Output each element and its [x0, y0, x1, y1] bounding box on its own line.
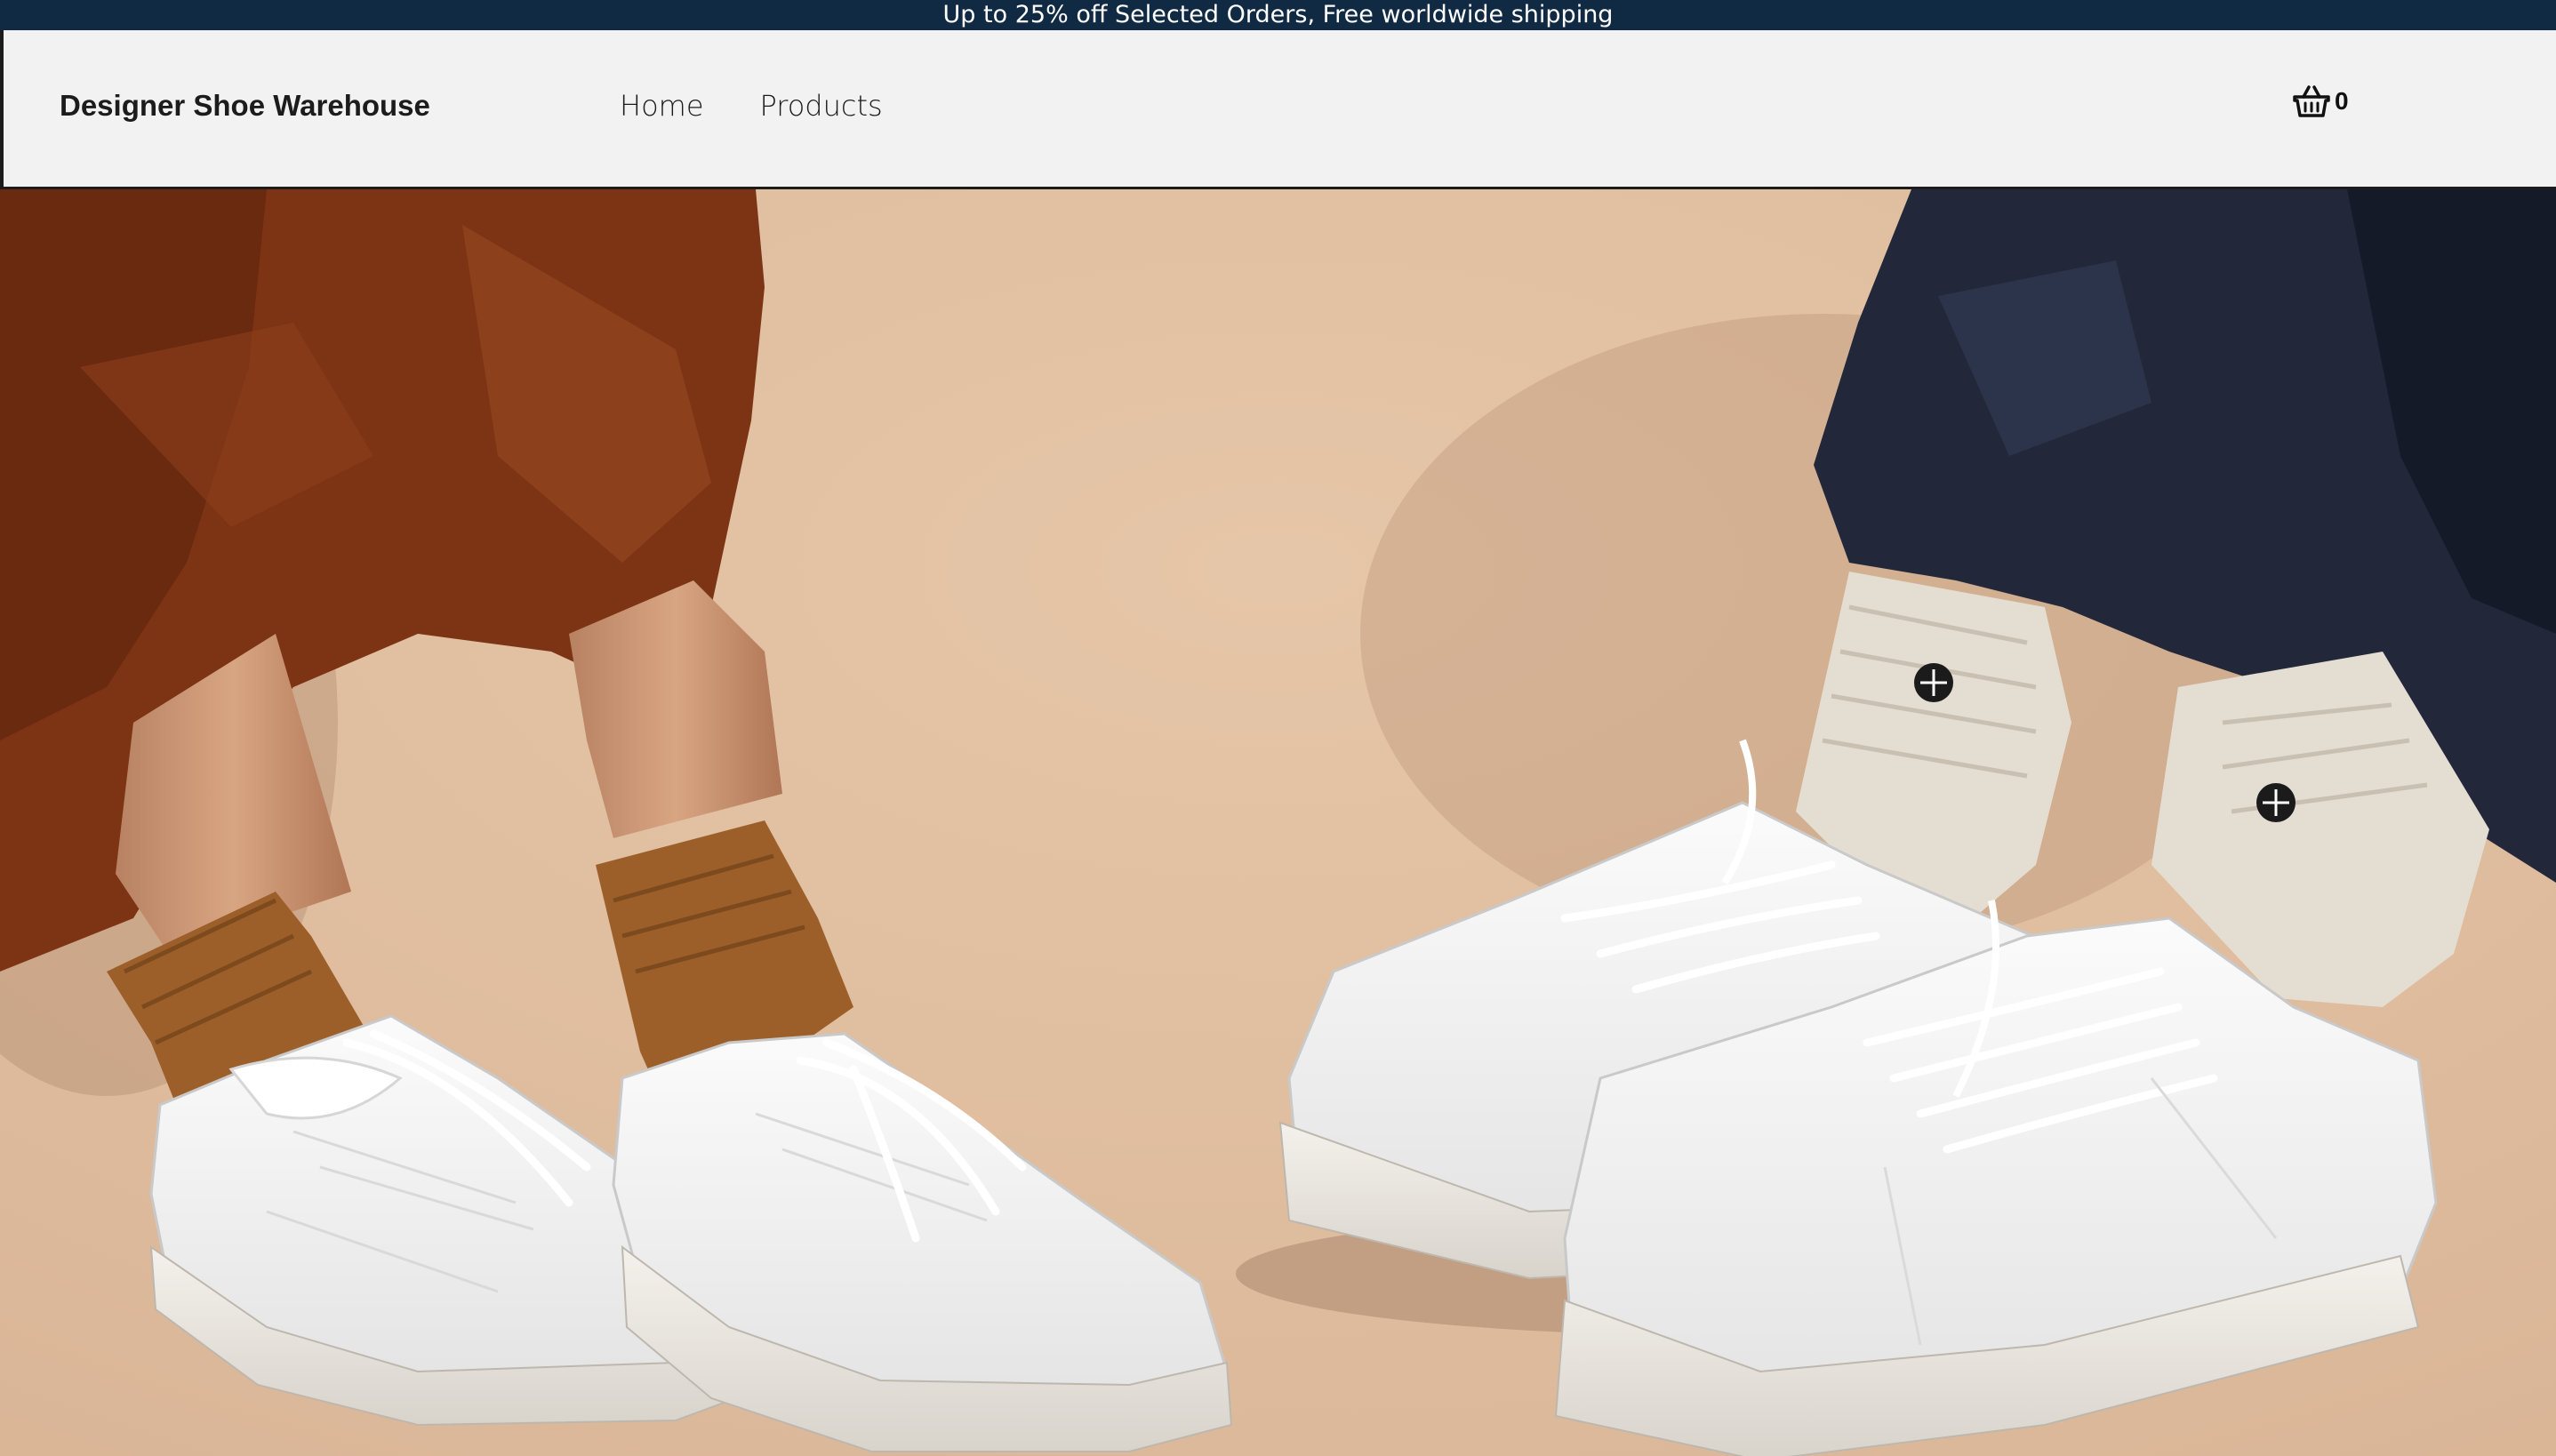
hero-banner: [0, 189, 2556, 1456]
basket-icon: [2292, 84, 2331, 119]
announcement-text: Up to 25% off Selected Orders, Free worl…: [942, 1, 1614, 28]
cart-count-badge: 0: [2335, 87, 2349, 115]
nav-home-link[interactable]: Home: [620, 89, 704, 123]
nav-products-link[interactable]: Products: [760, 89, 883, 123]
brand-logo-link[interactable]: Designer Shoe Warehouse: [60, 89, 430, 123]
announcement-bar: Up to 25% off Selected Orders, Free worl…: [0, 0, 2556, 30]
site-header: Designer Shoe Warehouse Home Products 0: [0, 30, 2556, 189]
main-nav: Home Products: [620, 89, 883, 123]
cart-button[interactable]: 0: [2292, 84, 2349, 119]
hero-image: [0, 189, 2556, 1456]
